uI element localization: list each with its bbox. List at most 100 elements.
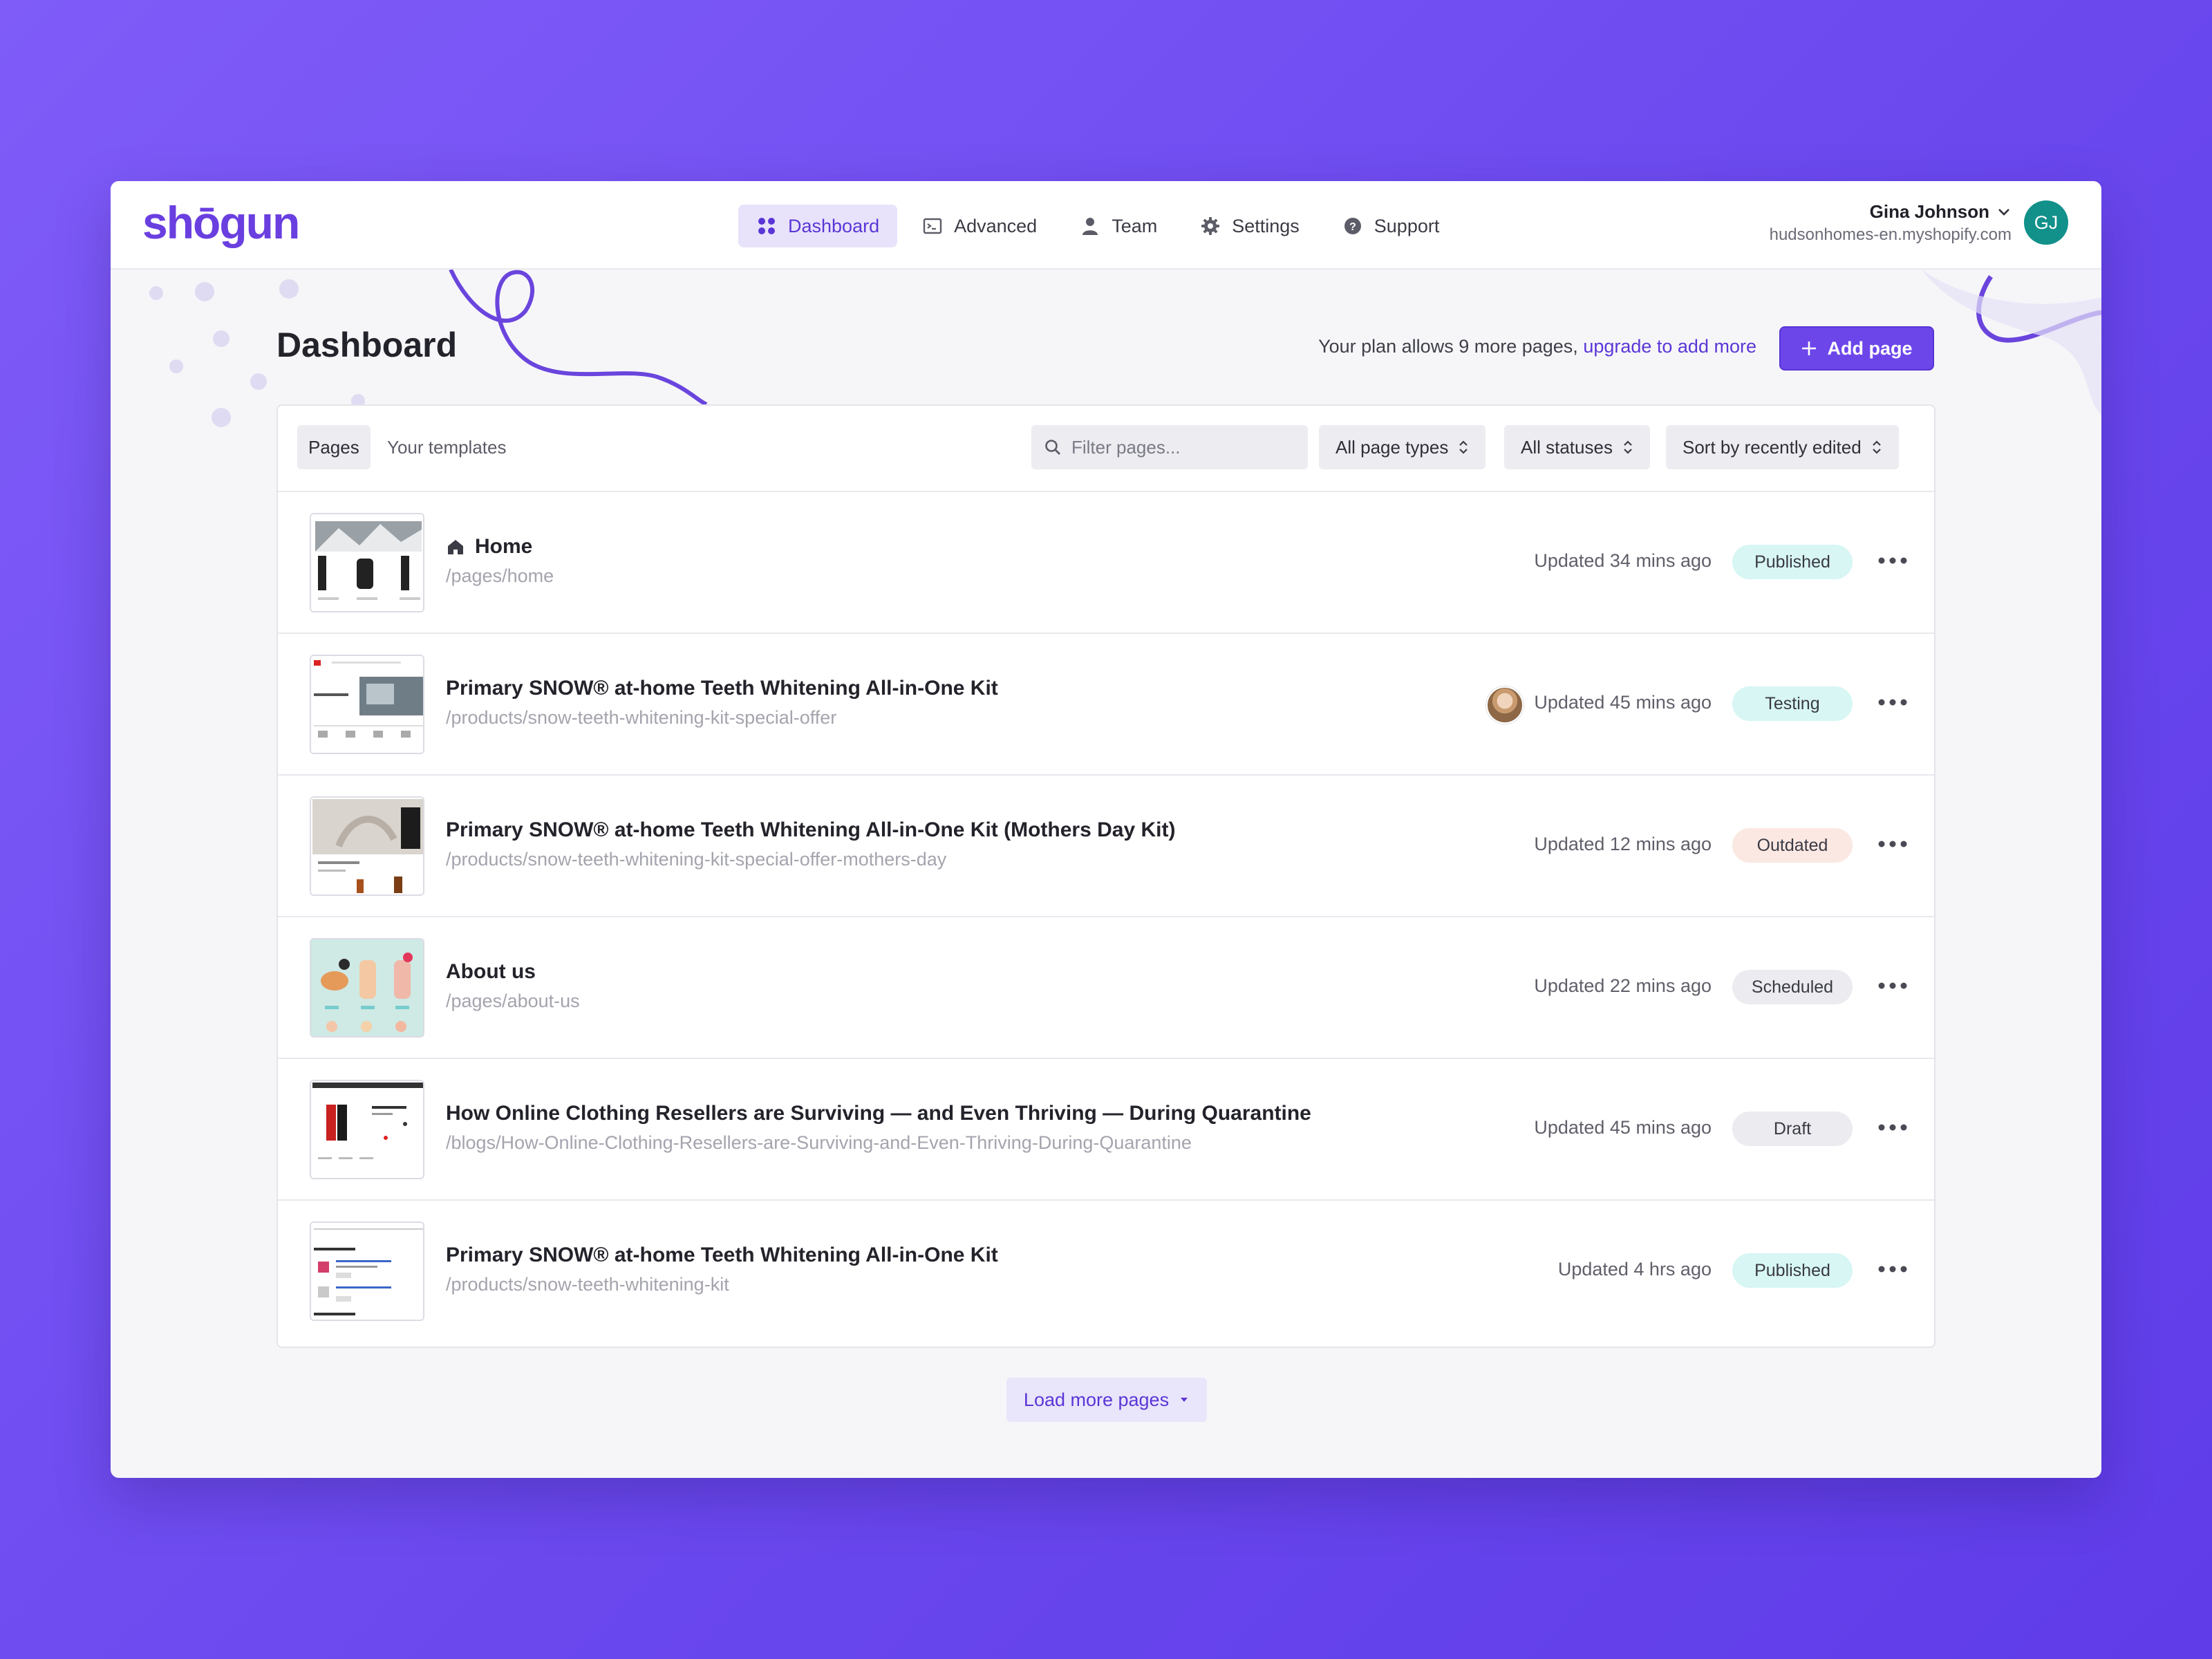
shogun-logo[interactable]: shōgun — [142, 196, 300, 249]
nav-support[interactable]: ? Support — [1324, 205, 1458, 247]
search-icon — [1045, 440, 1060, 455]
nav-team[interactable]: Team — [1062, 205, 1175, 247]
page-row[interactable]: About us /pages/about-us Updated 22 mins… — [278, 917, 1934, 1059]
page-title: Dashboard — [276, 326, 458, 364]
updated-time: Updated 12 mins ago — [1534, 834, 1712, 854]
page-thumbnail — [310, 1080, 424, 1179]
page-title-cell[interactable]: Home — [446, 535, 532, 559]
page-row[interactable]: Primary SNOW® at-home Teeth Whitening Al… — [278, 1201, 1934, 1342]
top-nav-bar: shōgun Dashboard Advanced Team Settings … — [111, 181, 2101, 270]
page-row[interactable]: Primary SNOW® at-home Teeth Whitening Al… — [278, 634, 1934, 776]
page-title-cell[interactable]: How Online Clothing Resellers are Surviv… — [446, 1102, 1311, 1125]
person-icon — [1082, 218, 1098, 235]
page-path: /pages/about-us — [446, 991, 580, 1011]
load-more-label: Load more pages — [1023, 1389, 1170, 1410]
user-info: Gina Johnson hudsonhomes-en.myshopify.co… — [1770, 201, 2012, 245]
upgrade-link[interactable]: upgrade to add more — [1583, 336, 1756, 357]
page-title-cell[interactable]: Primary SNOW® at-home Teeth Whitening Al… — [446, 677, 998, 700]
sort-arrows-icon — [1459, 440, 1468, 454]
user-name: Gina Johnson — [1869, 200, 1989, 222]
add-page-label: Add page — [1827, 337, 1913, 359]
nav-advanced-label: Advanced — [954, 215, 1038, 236]
updated-time: Updated 45 mins ago — [1534, 692, 1712, 713]
status-badge: Outdated — [1732, 828, 1853, 863]
terminal-icon — [923, 218, 942, 234]
nav-settings[interactable]: Settings — [1182, 205, 1318, 247]
editor-avatar — [1486, 686, 1524, 724]
home-icon — [448, 540, 463, 554]
tab-pages[interactable]: Pages — [297, 425, 371, 469]
page-title-cell[interactable]: Primary SNOW® at-home Teeth Whitening Al… — [446, 1244, 998, 1267]
page-row[interactable]: Home /pages/home Updated 34 mins ago Pub… — [278, 492, 1934, 634]
more-options-icon[interactable] — [1876, 834, 1909, 854]
updated-time: Updated 45 mins ago — [1534, 1117, 1712, 1138]
page-title-cell[interactable]: About us — [446, 960, 536, 984]
page-path: /products/snow-teeth-whitening-kit-speci… — [446, 849, 947, 870]
pages-panel: Pages Your templates Filter pages... All… — [276, 404, 1936, 1348]
sort-arrows-icon — [1872, 440, 1881, 454]
page-name: Primary SNOW® at-home Teeth Whitening Al… — [446, 818, 1176, 841]
app-window: shōgun Dashboard Advanced Team Settings … — [111, 181, 2101, 1478]
page-path: /pages/home — [446, 565, 554, 586]
nav-support-label: Support — [1374, 215, 1440, 236]
plan-notice: Your plan allows 9 more pages, upgrade t… — [1318, 336, 1756, 357]
nav-dashboard-label: Dashboard — [788, 215, 880, 236]
nav-advanced[interactable]: Advanced — [904, 205, 1055, 247]
chevron-down-icon — [1998, 209, 2009, 216]
page-name: Primary SNOW® at-home Teeth Whitening Al… — [446, 677, 998, 700]
page-thumbnail — [310, 513, 424, 612]
plan-text: Your plan allows 9 more pages, — [1318, 336, 1578, 357]
page-name: Home — [475, 535, 533, 558]
user-name-row: Gina Johnson — [1770, 201, 2012, 223]
nav-settings-label: Settings — [1232, 215, 1300, 236]
status-badge: Draft — [1732, 1112, 1853, 1146]
svg-text:?: ? — [1349, 221, 1356, 233]
page-path: /blogs/How-Online-Clothing-Resellers-are… — [446, 1132, 1192, 1153]
status-badge: Testing — [1732, 686, 1853, 721]
more-options-icon[interactable] — [1876, 550, 1909, 571]
add-page-button[interactable]: Add page — [1779, 326, 1934, 371]
avatar[interactable]: GJ — [2024, 200, 2068, 245]
status-select[interactable]: All statuses — [1504, 425, 1650, 469]
more-options-icon[interactable] — [1876, 692, 1909, 713]
page-thumbnail — [310, 655, 424, 754]
nav-team-label: Team — [1112, 215, 1158, 236]
help-icon: ? — [1344, 218, 1361, 234]
more-options-icon[interactable] — [1876, 1117, 1909, 1138]
store-domain: hudsonhomes-en.myshopify.com — [1769, 225, 2012, 244]
page-row[interactable]: How Online Clothing Resellers are Surviv… — [278, 1059, 1934, 1201]
page-thumbnail — [310, 938, 424, 1038]
updated-time: Updated 34 mins ago — [1534, 550, 1712, 571]
page-row[interactable]: Primary SNOW® at-home Teeth Whitening Al… — [278, 776, 1934, 917]
pages-toolbar: Pages Your templates Filter pages... All… — [278, 406, 1934, 492]
load-more-button[interactable]: Load more pages — [1006, 1378, 1207, 1422]
page-path: /products/snow-teeth-whitening-kit-speci… — [446, 707, 837, 728]
tab-your-templates[interactable]: Your templates — [376, 425, 517, 469]
plus-icon — [1802, 341, 1817, 355]
grid-icon — [758, 218, 775, 234]
updated-time: Updated 4 hrs ago — [1557, 1259, 1712, 1280]
filter-pages-input[interactable]: Filter pages... — [1031, 425, 1308, 469]
user-menu[interactable]: Gina Johnson hudsonhomes-en.myshopify.co… — [1770, 200, 2068, 245]
page-thumbnail — [310, 796, 424, 896]
page-type-value: All page types — [1335, 436, 1449, 458]
page-name: Primary SNOW® at-home Teeth Whitening Al… — [446, 1244, 998, 1266]
status-badge: Scheduled — [1732, 970, 1853, 1004]
status-badge: Published — [1732, 1253, 1853, 1288]
sort-select[interactable]: Sort by recently edited — [1666, 425, 1899, 469]
main-nav: Dashboard Advanced Team Settings ? Suppo… — [738, 205, 1457, 247]
more-options-icon[interactable] — [1876, 975, 1909, 996]
filter-placeholder: Filter pages... — [1071, 436, 1181, 458]
gear-icon — [1201, 217, 1220, 235]
page-name: How Online Clothing Resellers are Surviv… — [446, 1102, 1311, 1125]
page-title-cell[interactable]: Primary SNOW® at-home Teeth Whitening Al… — [446, 818, 1175, 842]
page-thumbnail — [310, 1221, 424, 1321]
page-path: /products/snow-teeth-whitening-kit — [446, 1274, 729, 1295]
sort-value: Sort by recently edited — [1683, 436, 1862, 458]
status-badge: Published — [1732, 545, 1853, 579]
page-type-select[interactable]: All page types — [1319, 425, 1486, 469]
nav-dashboard[interactable]: Dashboard — [738, 205, 898, 247]
more-options-icon[interactable] — [1876, 1259, 1909, 1280]
updated-time: Updated 22 mins ago — [1534, 975, 1712, 996]
caret-down-icon — [1181, 1398, 1188, 1402]
